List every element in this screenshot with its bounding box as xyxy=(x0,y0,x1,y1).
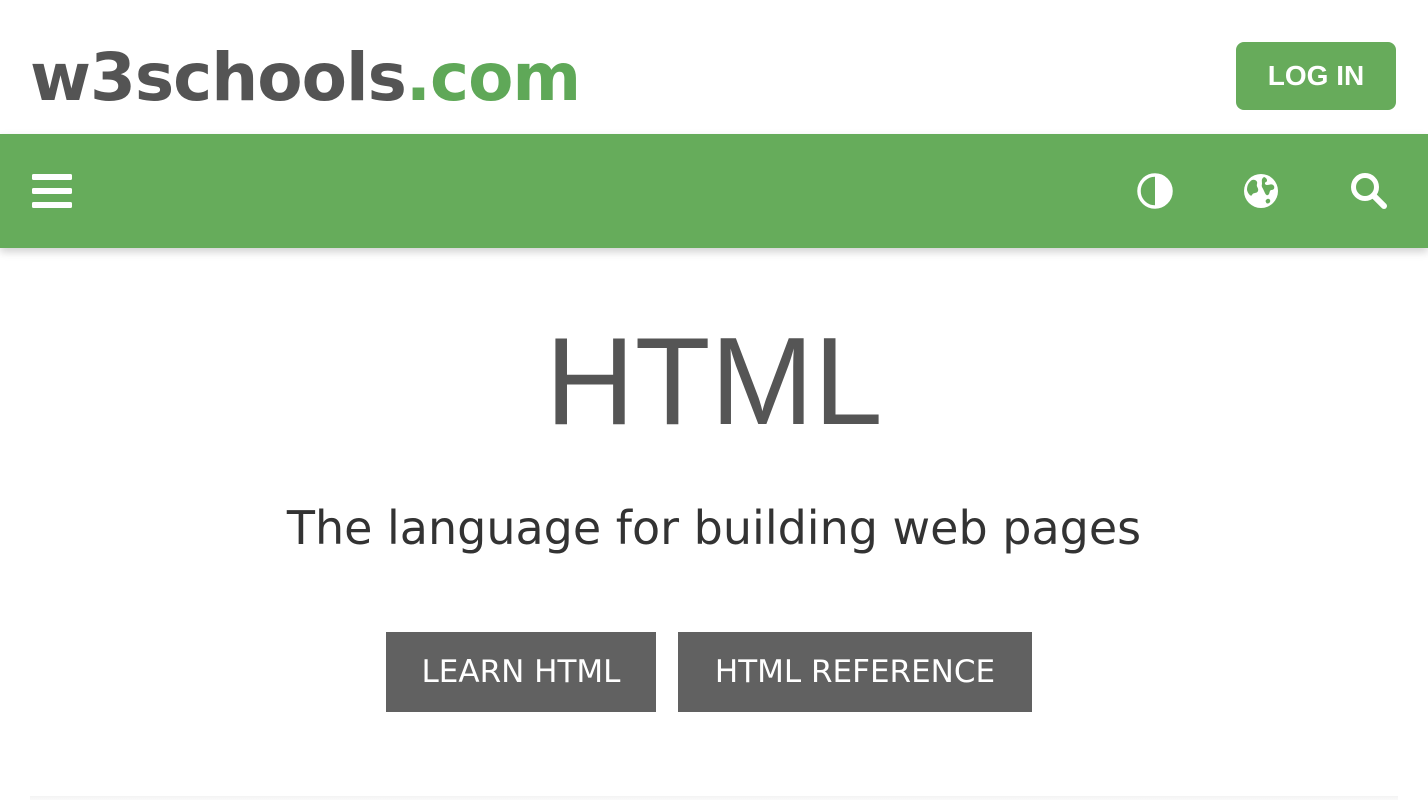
login-button[interactable]: LOG IN xyxy=(1236,42,1396,110)
learn-html-button[interactable]: LEARN HTML xyxy=(386,632,656,712)
search-icon[interactable] xyxy=(1339,134,1399,248)
top-bar: w3schools.com LOG IN xyxy=(0,0,1428,134)
page-title: HTML xyxy=(545,313,883,451)
page-subtitle: The language for building web pages xyxy=(286,501,1142,555)
divider xyxy=(30,796,1398,800)
contrast-icon[interactable] xyxy=(1125,134,1185,248)
logo-name: w3schools xyxy=(30,39,407,116)
nav-bar xyxy=(0,134,1428,248)
site-logo[interactable]: w3schools.com xyxy=(30,38,581,118)
globe-icon[interactable] xyxy=(1231,134,1291,248)
logo-tld: .com xyxy=(405,39,581,116)
html-reference-button[interactable]: HTML REFERENCE xyxy=(678,632,1032,712)
menu-icon[interactable] xyxy=(22,134,82,248)
